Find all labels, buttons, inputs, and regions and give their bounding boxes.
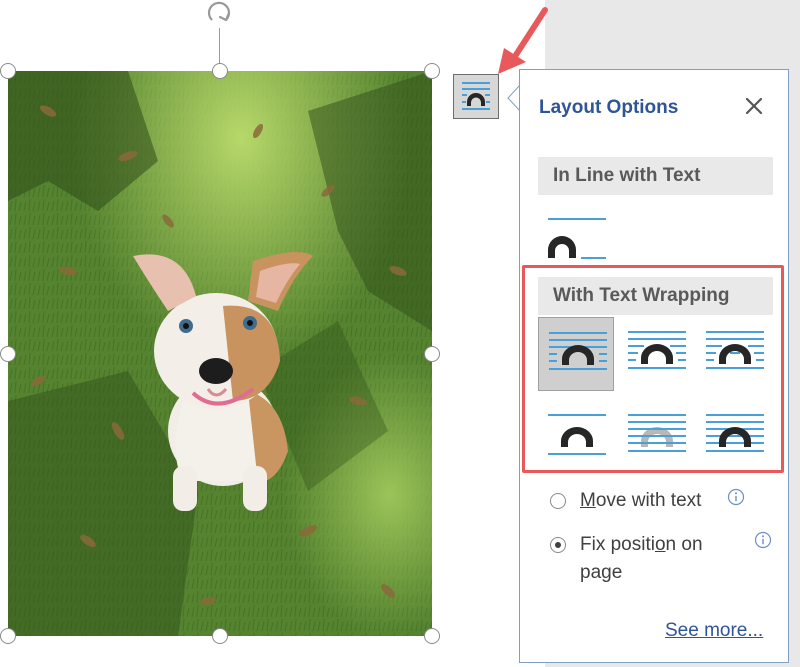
annotation-highlight-box <box>522 265 784 473</box>
dog-photo[interactable] <box>8 71 432 636</box>
resize-handle-left[interactable] <box>0 346 16 362</box>
close-icon[interactable] <box>742 94 766 118</box>
inline-section-heading: In Line with Text <box>538 157 773 195</box>
resize-handle-bottom-left[interactable] <box>0 628 16 644</box>
resize-handle-right[interactable] <box>424 346 440 362</box>
resize-handle-top-left[interactable] <box>0 63 16 79</box>
see-more-link[interactable]: See more... <box>665 620 763 642</box>
fix-position-radio[interactable] <box>550 537 566 553</box>
rotate-handle-icon[interactable] <box>202 0 236 30</box>
word-document-canvas: Layout Options In Line with Text With Te… <box>0 0 800 667</box>
layout-options-icon <box>462 82 490 110</box>
info-icon[interactable] <box>727 488 745 506</box>
layout-options-button[interactable] <box>453 74 499 119</box>
resize-handle-top-right[interactable] <box>424 63 440 79</box>
move-with-text-label: Move with text <box>580 490 702 511</box>
resize-handle-bottom[interactable] <box>212 628 228 644</box>
resize-handle-bottom-right[interactable] <box>424 628 440 644</box>
resize-handle-top[interactable] <box>212 63 228 79</box>
move-with-text-radio[interactable] <box>550 493 566 509</box>
fix-position-label: Fix position on page <box>580 534 703 583</box>
info-icon[interactable] <box>754 531 772 549</box>
pane-title: Layout Options <box>539 97 679 118</box>
annotation-arrow-icon <box>498 7 548 74</box>
in-line-with-text-icon <box>548 218 606 259</box>
